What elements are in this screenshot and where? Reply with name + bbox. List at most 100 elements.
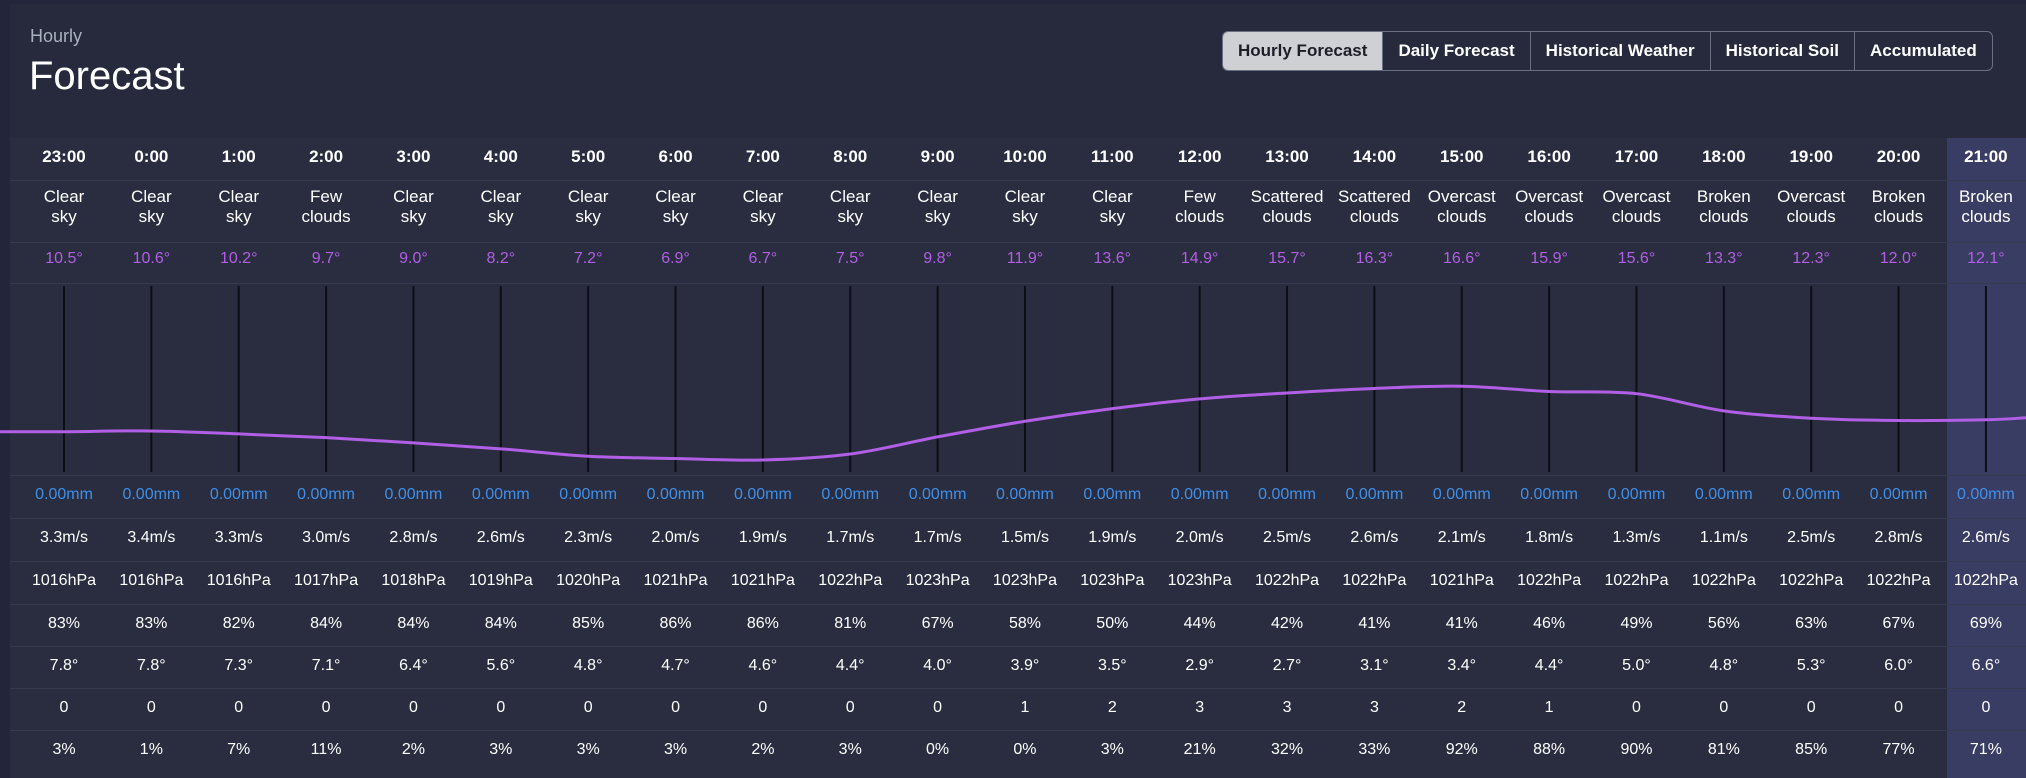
cloud-cover-cell: 0% [1013,741,1037,758]
precipitation-cell: 0.00mm [996,486,1054,503]
precipitation-cell: 0.00mm [733,486,792,503]
cloud-cover-cell: 77% [1882,741,1915,758]
wind-speed-cell: 1.9m/s [738,529,787,546]
precipitation-cell: 0.00mm [1345,486,1404,503]
cloud-cover-cell: 3% [489,741,513,758]
dew-point-cell: 6.4° [399,657,428,674]
precipitation-cell: 0.00mm [1957,486,2015,503]
wind-speed-cell: 1.8m/s [1525,529,1574,546]
pressure-cell: 1016hPa [31,572,97,589]
pressure-cell: 1021hPa [643,572,708,589]
uv-index-cell: 3 [1195,699,1205,716]
description-line: Clear [1004,187,1046,206]
description-line: sky [488,207,514,226]
humidity-cell: 69% [1969,615,2002,632]
description-line: Broken [1871,187,1926,206]
description-cell: Clear sky [894,187,982,227]
pressure-cell: 1023hPa [905,572,970,589]
description-line: Clear [1092,187,1133,206]
tab-hourly-forecast[interactable]: Hourly Forecast [1223,32,1383,70]
description-cell: Clear sky [544,187,632,227]
uv-index-cell: 2 [1107,699,1117,716]
dew-point-cell: 3.5° [1097,657,1127,674]
cloud-cover-cell: 88% [1533,741,1566,758]
humidity-cell: 46% [1533,615,1566,632]
precipitation-cell: 0.00mm [1170,486,1229,503]
dew-point-cell: 4.0° [923,657,952,674]
temperature-cell: 13.3° [1705,250,1743,267]
precipitation-cell: 0.00mm [1694,486,1753,503]
pressure-cell: 1022hPa [1342,572,1407,589]
page-title: Forecast [29,54,185,98]
cloud-cover-cell: 2% [401,741,425,758]
description-line: sky [1012,207,1038,226]
row-divider [10,688,2026,689]
row-divider [10,646,2026,647]
tab-historical-weather[interactable]: Historical Weather [1529,32,1710,70]
wind-speed-cell: 2.0m/s [651,529,700,546]
description-line: Clear [393,187,434,206]
cloud-cover-cell: 3% [838,741,862,758]
dew-point-cell: 5.6° [486,657,516,674]
pressure-cell: 1022hPa [1604,572,1669,589]
uv-index-cell: 0 [1806,699,1816,716]
time-cell: 15:00 [1440,147,1484,166]
temperature-cell: 13.6° [1093,250,1132,267]
dew-point-cell: 4.4° [835,657,865,674]
cloud-cover-cell: 3% [1100,741,1124,758]
time-cell: 2:00 [309,147,344,166]
time-cell: 0:00 [134,147,169,166]
temperature-cell: 10.6° [132,250,171,267]
precipitation-cell: 0.00mm [1520,486,1578,503]
description-cell: Overcast clouds [1505,187,1593,227]
cloud-cover-cell: 11% [310,741,342,758]
tab-daily-forecast[interactable]: Daily Forecast [1382,32,1529,70]
description-line: Few [310,187,343,206]
description-cell: Few clouds [282,187,370,227]
temperature-cell: 9.8° [923,250,952,267]
temperature-line [0,384,2026,462]
temperature-cell: 10.2° [219,250,258,267]
humidity-cell: 63% [1795,615,1828,632]
precipitation-cell: 0.00mm [1258,486,1316,503]
description-line: clouds [1699,207,1749,226]
temperature-cell: 11.9° [1006,250,1044,267]
description-line: clouds [1786,207,1836,226]
description-line: Clear [829,187,871,206]
temperature-cell: 7.2° [573,250,603,267]
tab-historical-soil[interactable]: Historical Soil [1709,32,1854,70]
dew-point-cell: 5.0° [1622,657,1651,674]
precipitation-cell: 0.00mm [35,486,93,503]
precipitation-cell: 0.00mm [646,486,705,503]
humidity-cell: 86% [659,615,692,632]
description-line: clouds [1611,207,1662,226]
time-cell: 21:00 [1964,147,2008,166]
cloud-cover-cell: 0% [926,741,950,758]
wind-speed-cell: 3.3m/s [39,529,88,546]
humidity-cell: 85% [572,615,605,632]
uv-index-cell: 0 [408,699,418,716]
description-cell: Overcast clouds [1767,187,1855,227]
humidity-cell: 42% [1271,615,1304,632]
temperature-cell: 8.2° [486,250,516,267]
humidity-cell: 44% [1183,615,1216,632]
humidity-cell: 84% [397,615,430,632]
cloud-cover-cell: 21% [1183,741,1216,758]
precipitation-cell: 0.00mm [821,486,880,503]
wind-speed-cell: 2.8m/s [389,529,438,546]
wind-speed-cell: 1.7m/s [913,529,962,546]
cloud-cover-cell: 81% [1707,741,1740,758]
tab-accumulated[interactable]: Accumulated [1854,32,1992,70]
time-cell: 4:00 [483,147,518,166]
wind-speed-cell: 2.8m/s [1874,529,1923,546]
dew-point-cell: 4.7° [661,657,690,674]
humidity-cell: 67% [1882,615,1915,632]
humidity-cell: 83% [47,615,81,632]
description-line: Overcast [1602,187,1671,206]
dew-point-cell: 5.3° [1796,657,1826,674]
humidity-cell: 82% [222,615,255,632]
dew-point-cell: 2.9° [1185,657,1214,674]
pressure-cell: 1022hPa [1517,572,1582,589]
uv-index-cell: 0 [1719,699,1729,716]
temperature-cell: 12.3° [1792,250,1830,267]
